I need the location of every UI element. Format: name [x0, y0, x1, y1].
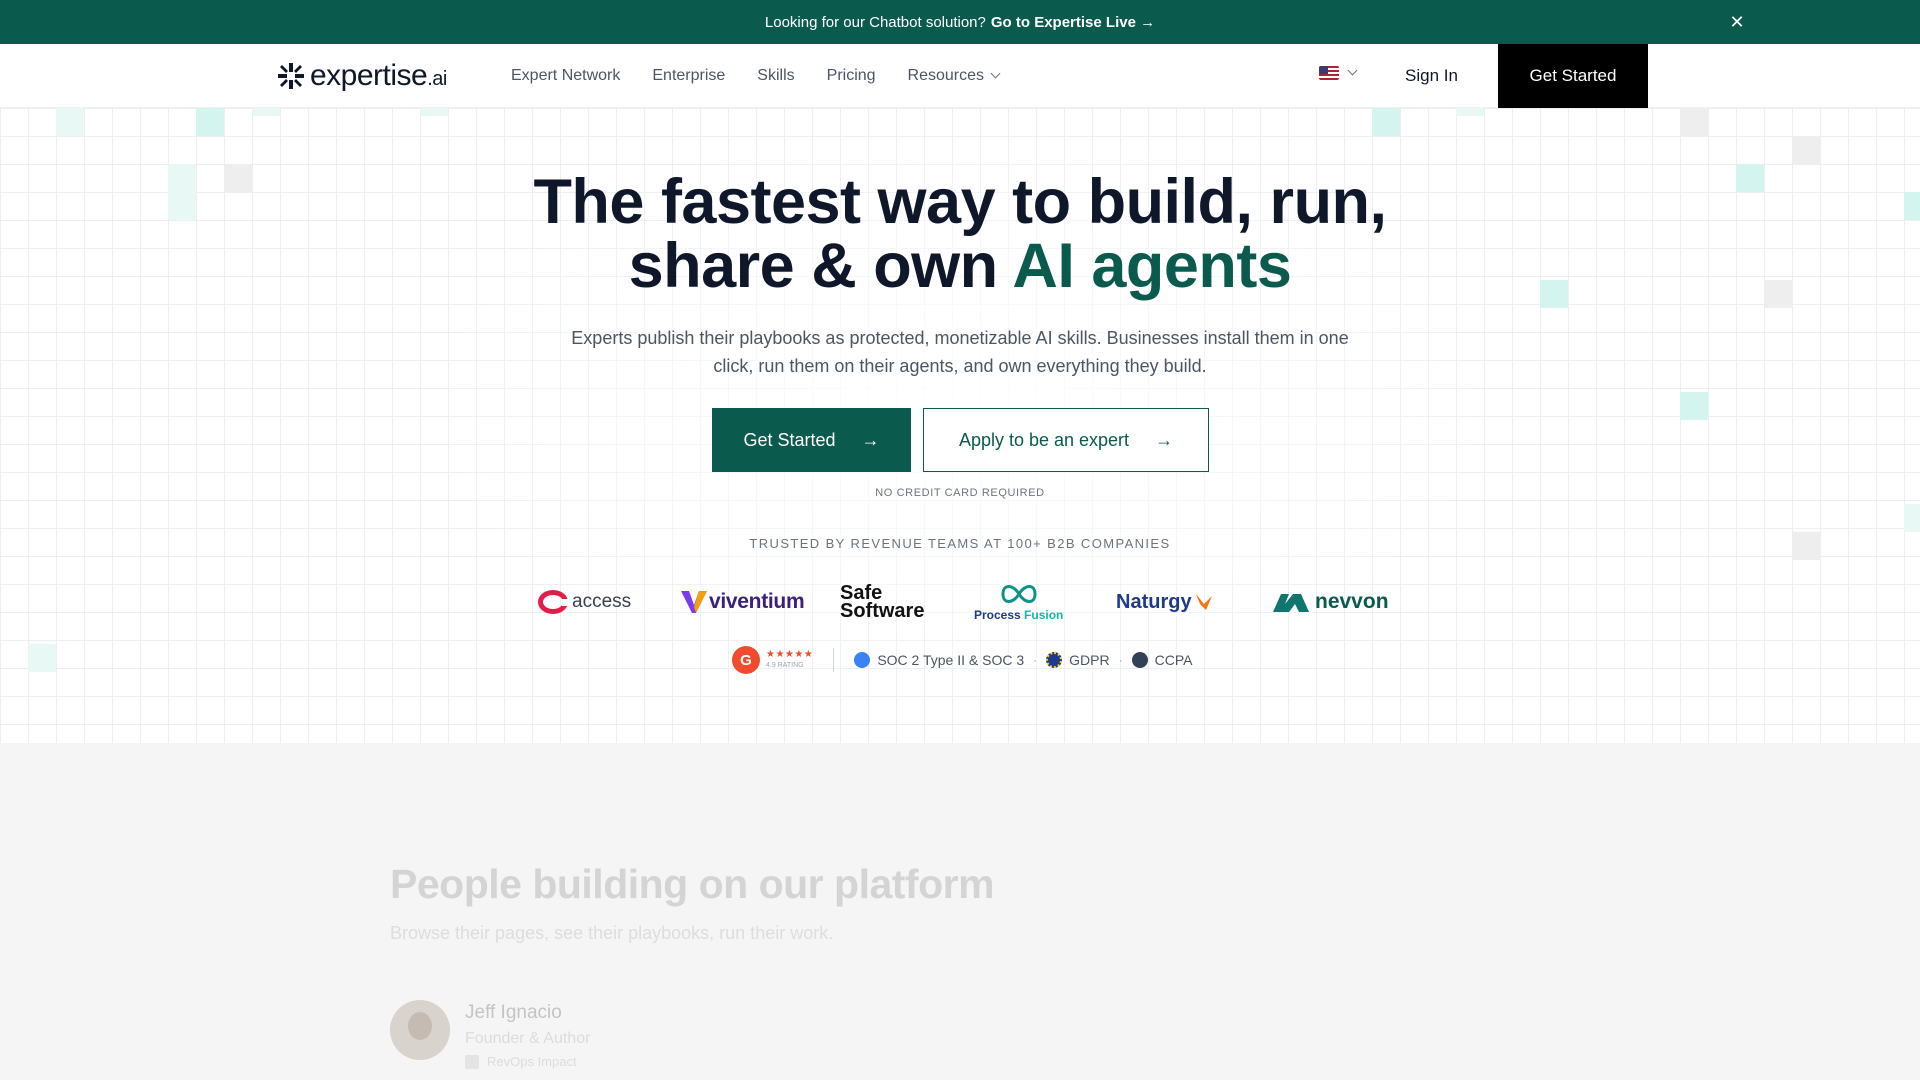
process-fusion-text: Process Fusion [974, 608, 1063, 622]
close-icon[interactable]: ✕ [1726, 11, 1748, 33]
stars-icon: ★★★★★ [766, 649, 814, 660]
naturgy-flame-icon [1195, 594, 1212, 610]
section-subtitle: Browse their pages, see their playbooks,… [390, 923, 834, 943]
logo-text: expertise.ai [310, 59, 447, 93]
safe-logo-line-2: Software [840, 600, 925, 622]
locale-selector[interactable] [1319, 65, 1358, 80]
nav-get-started-button[interactable]: Get Started [1498, 44, 1648, 108]
naturgy-logo-text: Naturgy [1116, 590, 1192, 613]
nav-link-expert-network[interactable]: Expert Network [511, 67, 620, 85]
soc-badge: SOC 2 Type II & SOC 3 [854, 652, 1024, 668]
get-started-button[interactable]: Get Started → [712, 408, 911, 472]
eu-stars-icon [1046, 652, 1063, 668]
hero-section: The fastest way to build, run, share & o… [0, 108, 1920, 743]
logo[interactable]: expertise.ai [278, 59, 447, 93]
get-started-label: Get Started [743, 429, 836, 450]
announcement-banner: Looking for our Chatbot solution? Go to … [0, 0, 1920, 44]
headline-line-1: The fastest way to build, run, [533, 167, 1387, 237]
logo-tld: .ai [427, 68, 447, 90]
hero-headline: The fastest way to build, run, share & o… [460, 170, 1460, 298]
g2-rating-text: 4.9 RATING [766, 662, 804, 669]
process-fusion-logo: Process Fusion [974, 580, 1063, 624]
ccpa-badge: CCPA [1131, 652, 1193, 668]
builder-info: Jeff Ignacio Founder & Author RevOps Imp… [465, 1000, 590, 1069]
builder-role: Founder & Author [465, 1030, 591, 1047]
g2-badge: G ★★★★★ 4.9 RATING [732, 646, 813, 674]
arrow-right-icon: → [861, 429, 880, 450]
g2-rating: ★★★★★ 4.9 RATING [766, 649, 813, 671]
soc-shield-icon [854, 652, 871, 668]
ccpa-seal-icon [1131, 652, 1148, 668]
gdpr-label: GDPR [1069, 652, 1110, 668]
g2-icon: G [732, 646, 760, 674]
builder-name: Jeff Ignacio [465, 1002, 562, 1023]
ccpa-label: CCPA [1154, 652, 1193, 668]
access-logo-text: access [572, 591, 632, 612]
badge-separator: · [1033, 653, 1038, 667]
nav-link-enterprise[interactable]: Enterprise [652, 67, 725, 85]
us-flag-icon [1319, 66, 1339, 80]
chevron-down-icon [1347, 65, 1358, 75]
nav-link-skills[interactable]: Skills [757, 67, 794, 85]
banner-text: Looking for our Chatbot solution? [764, 13, 986, 31]
nevvon-logo: nevvon [1273, 580, 1389, 624]
builder-tag: RevOps Impact [465, 1054, 590, 1069]
access-logo: access [538, 580, 631, 624]
apply-expert-button[interactable]: Apply to be an expert → [923, 408, 1209, 472]
apply-expert-label: Apply to be an expert [958, 429, 1130, 450]
soc-label: SOC 2 Type II & SOC 3 [877, 652, 1025, 668]
headline-line-2: share & own [628, 231, 999, 301]
company-icon [465, 1054, 479, 1069]
hero-subhead: Experts publish their playbooks as prote… [571, 328, 1349, 376]
nevvon-mark-icon [1273, 594, 1309, 612]
process-text: Process [974, 608, 1021, 622]
logo-name: expertise [310, 59, 428, 92]
nav-link-resources[interactable]: Resources [907, 67, 1001, 85]
naturgy-logo: Naturgy [1116, 580, 1214, 624]
arrow-right-icon: → [1155, 429, 1174, 450]
viventium-logo-text: viventium [709, 590, 805, 613]
nav-link-resources-label: Resources [907, 67, 985, 84]
nav-link-pricing[interactable]: Pricing [827, 67, 876, 85]
main-nav: expertise.ai Expert Network Enterprise S… [0, 44, 1920, 108]
chevron-down-icon [990, 68, 1001, 79]
badge-divider [833, 648, 835, 672]
trusted-by-label: TRUSTED BY REVENUE TEAMS AT 100+ B2B COM… [749, 536, 1171, 551]
fusion-text: Fusion [1024, 608, 1064, 622]
infinity-loop-icon [1001, 585, 1037, 603]
gdpr-badge: GDPR [1046, 652, 1110, 668]
nav-links: Expert Network Enterprise Skills Pricing… [511, 44, 1001, 108]
nevvon-logo-text: nevvon [1315, 590, 1389, 613]
builder-tag-label: RevOps Impact [487, 1054, 577, 1069]
safe-software-logo: Safe Software [840, 580, 924, 624]
no-credit-card-note: NO CREDIT CARD REQUIRED [875, 487, 1045, 499]
builder-card[interactable]: Jeff Ignacio Founder & Author RevOps Imp… [390, 1000, 590, 1069]
badge-separator: · [1118, 653, 1123, 667]
section-title: People building on our platform [390, 861, 995, 907]
sign-in-link[interactable]: Sign In [1405, 44, 1458, 108]
logo-mark-icon [278, 63, 304, 89]
banner-link[interactable]: Go to Expertise Live → [991, 14, 1155, 31]
trust-badges: G ★★★★★ 4.9 RATING SOC 2 Type II & SOC 3… [732, 644, 1192, 676]
viventium-mark-icon [681, 591, 707, 613]
viventium-logo: viventium [681, 580, 805, 624]
avatar [390, 1000, 450, 1060]
headline-accent: AI agents [1012, 231, 1292, 301]
customer-logos: access viventium Safe Software Process F… [536, 580, 1389, 624]
access-mark-icon [538, 590, 570, 614]
builders-section: People building on our platform Browse t… [0, 743, 1920, 1080]
